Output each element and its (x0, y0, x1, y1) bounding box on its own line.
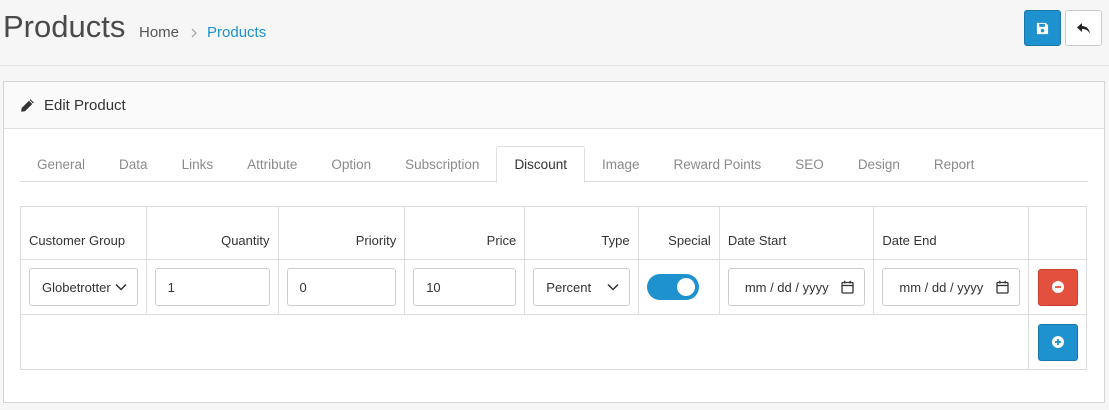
column-header-date-start: Date Start (718, 206, 875, 260)
column-header-action (1028, 206, 1087, 260)
special-toggle[interactable] (646, 274, 699, 300)
calendar-icon (996, 280, 1009, 294)
column-header-quantity: Quantity (145, 206, 279, 260)
chevron-right-icon (191, 28, 197, 38)
cell-price: 10 (404, 259, 526, 315)
tab-subscription[interactable]: Subscription (388, 146, 496, 182)
tab-links[interactable]: Links (165, 146, 231, 182)
tab-reward-points[interactable]: Reward Points (657, 146, 779, 182)
table-header-row: Customer Group Quantity Priority Price T… (20, 206, 1087, 260)
priority-input[interactable]: 0 (286, 268, 397, 306)
tab-design[interactable]: Design (841, 146, 917, 182)
column-header-type: Type (524, 206, 639, 260)
date-start-input[interactable]: mm / dd / yyyy (727, 268, 866, 306)
price-input[interactable]: 10 (413, 268, 517, 306)
column-header-special: Special (637, 206, 720, 260)
page-header: Products Home Products (0, 0, 1109, 66)
quantity-input[interactable]: 1 (154, 268, 270, 306)
cell-remove (1028, 259, 1087, 315)
edit-product-card: Edit Product General Data Links Attribut… (3, 81, 1105, 403)
column-header-priority: Priority (277, 206, 406, 260)
date-end-placeholder: mm / dd / yyyy (899, 279, 984, 295)
breadcrumb: Home Products (139, 24, 266, 41)
calendar-icon (841, 280, 855, 294)
footer-spacer-cell (20, 314, 1029, 370)
tab-data[interactable]: Data (102, 146, 165, 182)
tab-general[interactable]: General (20, 146, 102, 182)
tab-discount[interactable]: Discount (496, 146, 585, 183)
chevron-down-icon (115, 283, 127, 291)
tab-attribute[interactable]: Attribute (230, 146, 314, 182)
column-header-price: Price (404, 206, 526, 260)
cell-special (637, 259, 720, 315)
chevron-down-icon (607, 283, 619, 291)
back-button[interactable] (1065, 10, 1102, 46)
minus-circle-icon (1052, 281, 1064, 293)
plus-circle-icon (1052, 336, 1064, 348)
product-tabs: General Data Links Attribute Option Subs… (20, 146, 1088, 183)
breadcrumb-products[interactable]: Products (207, 24, 266, 41)
cell-customer-group: Globetrotter (20, 259, 147, 315)
table-footer-row (20, 314, 1087, 370)
customer-group-select[interactable]: Globetrotter (29, 268, 138, 306)
tab-report[interactable]: Report (917, 146, 992, 182)
save-button[interactable] (1024, 10, 1061, 46)
cell-priority: 0 (277, 259, 406, 315)
tab-image[interactable]: Image (585, 146, 657, 182)
column-header-customer-group: Customer Group (20, 206, 147, 260)
floppy-disk-icon (1036, 22, 1049, 34)
date-end-input[interactable]: mm / dd / yyyy (882, 268, 1020, 306)
cell-type: Percent (524, 259, 639, 315)
type-value: Percent (546, 279, 592, 295)
cell-quantity: 1 (145, 259, 279, 315)
tab-option[interactable]: Option (314, 146, 388, 182)
cell-add (1028, 314, 1087, 370)
tab-seo[interactable]: SEO (778, 146, 841, 182)
table-row: Globetrotter 1 0 10 Percent mm / dd / yy… (20, 259, 1087, 315)
reply-arrow-icon (1077, 22, 1090, 34)
remove-discount-button[interactable] (1038, 268, 1078, 306)
date-start-placeholder: mm / dd / yyyy (744, 279, 829, 295)
add-discount-button[interactable] (1038, 323, 1078, 361)
toggle-knob (676, 278, 695, 296)
pencil-icon (21, 98, 34, 112)
type-select[interactable]: Percent (533, 268, 630, 306)
breadcrumb-home[interactable]: Home (139, 24, 179, 41)
discount-table: Customer Group Quantity Priority Price T… (20, 206, 1087, 370)
cell-date-end: mm / dd / yyyy (873, 259, 1029, 315)
customer-group-value: Globetrotter (42, 279, 111, 295)
cell-date-start: mm / dd / yyyy (718, 259, 875, 315)
column-header-date-end: Date End (873, 206, 1029, 260)
card-title: Edit Product (44, 96, 126, 114)
card-header: Edit Product (4, 82, 1104, 129)
page-title: Products (3, 9, 126, 44)
